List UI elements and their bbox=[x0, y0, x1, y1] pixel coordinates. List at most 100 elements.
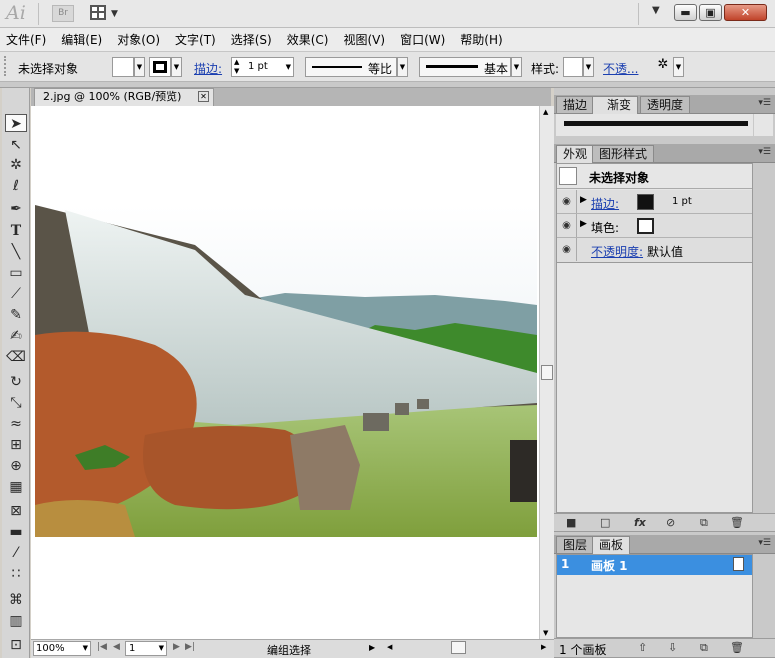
scroll-right-icon[interactable]: ▶ bbox=[541, 643, 546, 651]
duplicate-item-icon[interactable]: ⧉ bbox=[700, 516, 708, 530]
add-effect-icon[interactable]: fx bbox=[634, 516, 646, 529]
style-dropdown[interactable]: ▼ bbox=[583, 57, 594, 77]
zoom-field[interactable]: 100% ▼ bbox=[33, 641, 91, 656]
delete-icon[interactable]: 🗑 bbox=[730, 641, 744, 654]
lasso-tool-icon[interactable]: ℓ bbox=[5, 177, 27, 195]
move-down-icon[interactable]: ⇩ bbox=[668, 641, 677, 654]
panel-menu-icon[interactable]: ▾☰ bbox=[758, 98, 771, 108]
gradient-slider[interactable] bbox=[564, 121, 748, 126]
appearance-row-stroke[interactable]: ◉ ▶ 描边: 1 pt bbox=[557, 190, 752, 214]
tab-stroke[interactable]: 描边 bbox=[556, 96, 595, 114]
line-tool-icon[interactable]: ╲ bbox=[5, 243, 27, 261]
menu-view[interactable]: 视图(V) bbox=[343, 31, 385, 48]
status-menu-icon[interactable]: ▶ bbox=[369, 643, 375, 652]
menu-window[interactable]: 窗口(W) bbox=[400, 31, 445, 48]
grip-handle[interactable] bbox=[4, 56, 10, 76]
brush-definition[interactable]: 基本 bbox=[419, 57, 511, 77]
expand-triangle-icon[interactable]: ▶ bbox=[580, 219, 587, 229]
add-stroke-icon[interactable]: ■ bbox=[566, 516, 576, 529]
menu-help[interactable]: 帮助(H) bbox=[460, 31, 502, 48]
stroke-dropdown[interactable]: ▼ bbox=[171, 57, 182, 77]
next-artboard-icon[interactable]: ▶ bbox=[173, 642, 180, 652]
clear-appearance-icon[interactable]: ⊘ bbox=[666, 516, 675, 529]
menu-effect[interactable]: 效果(C) bbox=[287, 31, 329, 48]
menu-file[interactable]: 文件(F) bbox=[6, 31, 46, 48]
fill-color-swatch[interactable] bbox=[637, 218, 654, 234]
appearance-row-fill[interactable]: ◉ ▶ 填色: bbox=[557, 214, 752, 238]
artboard-navigator[interactable]: 1 ▼ bbox=[125, 641, 167, 656]
opacity-link[interactable]: 不透... bbox=[603, 60, 638, 77]
artboard-tool-icon[interactable]: ⊡ bbox=[5, 636, 27, 654]
document-tab[interactable]: 2.jpg @ 100% (RGB/预览) ✕ bbox=[34, 88, 214, 106]
stroke-swatch[interactable] bbox=[149, 57, 171, 77]
expand-triangle-icon[interactable]: ▶ bbox=[580, 195, 587, 205]
tab-transparency[interactable]: 透明度 bbox=[640, 96, 691, 114]
profile-dropdown[interactable]: ▼ bbox=[397, 57, 408, 77]
vertical-scrollbar[interactable]: ▲ ▼ bbox=[539, 106, 554, 639]
tab-gradient[interactable]: 渐变 bbox=[592, 96, 639, 114]
variable-width-profile[interactable]: 等比 bbox=[305, 57, 397, 77]
appearance-opacity-label[interactable]: 不透明度: bbox=[591, 243, 643, 260]
scale-tool-icon[interactable]: ⤡ bbox=[5, 394, 27, 412]
horizontal-scroll-thumb[interactable] bbox=[451, 641, 466, 654]
scroll-thumb[interactable] bbox=[541, 365, 553, 380]
symbol-sprayer-tool-icon[interactable]: ⌘ bbox=[5, 591, 27, 609]
placed-waterfall-image[interactable] bbox=[35, 205, 537, 537]
panel-menu-icon[interactable]: ▾☰ bbox=[758, 538, 771, 548]
appearance-row-opacity[interactable]: ◉ 不透明度: 默认值 bbox=[557, 238, 752, 262]
menu-edit[interactable]: 编辑(E) bbox=[61, 31, 102, 48]
artboard-canvas[interactable] bbox=[31, 106, 539, 639]
blob-brush-tool-icon[interactable]: ✍ bbox=[5, 327, 27, 345]
magic-wand-tool-icon[interactable]: ✲ bbox=[5, 156, 27, 174]
pen-tool-icon[interactable]: ✒ bbox=[5, 200, 27, 218]
pencil-tool-icon[interactable]: ✎ bbox=[5, 306, 27, 324]
artboard-list-item[interactable]: 1 画板 1 bbox=[557, 555, 752, 575]
rotate-tool-icon[interactable]: ↻ bbox=[5, 373, 27, 391]
appearance-stroke-label[interactable]: 描边: bbox=[591, 195, 619, 212]
recolor-icon[interactable]: ✲ bbox=[653, 57, 673, 77]
maximize-button[interactable]: ▣ bbox=[699, 4, 722, 21]
fill-dropdown[interactable]: ▼ bbox=[134, 57, 145, 77]
brush-dropdown[interactable]: ▼ bbox=[511, 57, 522, 77]
recolor-dropdown[interactable]: ▼ bbox=[673, 57, 684, 77]
tab-artboards[interactable]: 画板 bbox=[592, 536, 631, 554]
delete-icon[interactable]: 🗑 bbox=[730, 516, 744, 529]
scroll-up-icon[interactable]: ▲ bbox=[543, 108, 548, 116]
column-graph-tool-icon[interactable]: ▥ bbox=[5, 612, 27, 630]
stroke-link[interactable]: 描边: bbox=[194, 60, 222, 77]
artboard-options-icon[interactable] bbox=[733, 557, 744, 571]
style-swatch[interactable] bbox=[563, 57, 583, 77]
selection-tool-icon[interactable]: ➤ bbox=[5, 114, 27, 132]
menu-select[interactable]: 选择(S) bbox=[231, 31, 272, 48]
fill-swatch[interactable] bbox=[112, 57, 134, 77]
workspace-dropdown[interactable]: ▼ bbox=[652, 5, 660, 16]
eyedropper-tool-icon[interactable]: ⁄ bbox=[5, 544, 27, 562]
scroll-left-icon[interactable]: ◀ bbox=[387, 643, 392, 651]
type-tool-icon[interactable]: T bbox=[5, 222, 27, 240]
last-artboard-icon[interactable]: ▶| bbox=[185, 642, 195, 652]
close-window-button[interactable]: ✕ bbox=[724, 4, 767, 21]
paintbrush-tool-icon[interactable]: ⟋ bbox=[5, 285, 27, 303]
shape-builder-tool-icon[interactable]: ⊕ bbox=[5, 457, 27, 475]
close-icon[interactable]: ✕ bbox=[198, 91, 209, 102]
new-artboard-icon[interactable]: ⧉ bbox=[700, 641, 708, 655]
stroke-weight-field[interactable]: 1 pt ▲ ▼ ▼ bbox=[231, 57, 294, 77]
free-transform-tool-icon[interactable]: ⊞ bbox=[5, 436, 27, 454]
tab-appearance[interactable]: 外观 bbox=[556, 145, 595, 163]
minimize-button[interactable]: ▬ bbox=[674, 4, 697, 21]
scroll-down-icon[interactable]: ▼ bbox=[543, 629, 548, 637]
perspective-grid-tool-icon[interactable]: ▦ bbox=[5, 478, 27, 496]
stroke-color-swatch[interactable] bbox=[637, 194, 654, 210]
visibility-eye-icon[interactable]: ◉ bbox=[557, 238, 577, 261]
visibility-eye-icon[interactable]: ◉ bbox=[557, 190, 577, 213]
tab-layers[interactable]: 图层 bbox=[556, 536, 595, 554]
visibility-eye-icon[interactable]: ◉ bbox=[557, 214, 577, 237]
bridge-button[interactable]: Br bbox=[52, 5, 74, 22]
stepper-icon[interactable]: ▲ ▼ bbox=[234, 58, 239, 76]
warp-tool-icon[interactable]: ≈ bbox=[5, 415, 27, 433]
eraser-tool-icon[interactable]: ⌫ bbox=[5, 348, 27, 366]
move-up-icon[interactable]: ⇧ bbox=[638, 641, 647, 654]
first-artboard-icon[interactable]: |◀ bbox=[97, 642, 107, 652]
menu-type[interactable]: 文字(T) bbox=[175, 31, 216, 48]
status-text[interactable]: 编组选择 bbox=[267, 642, 311, 658]
